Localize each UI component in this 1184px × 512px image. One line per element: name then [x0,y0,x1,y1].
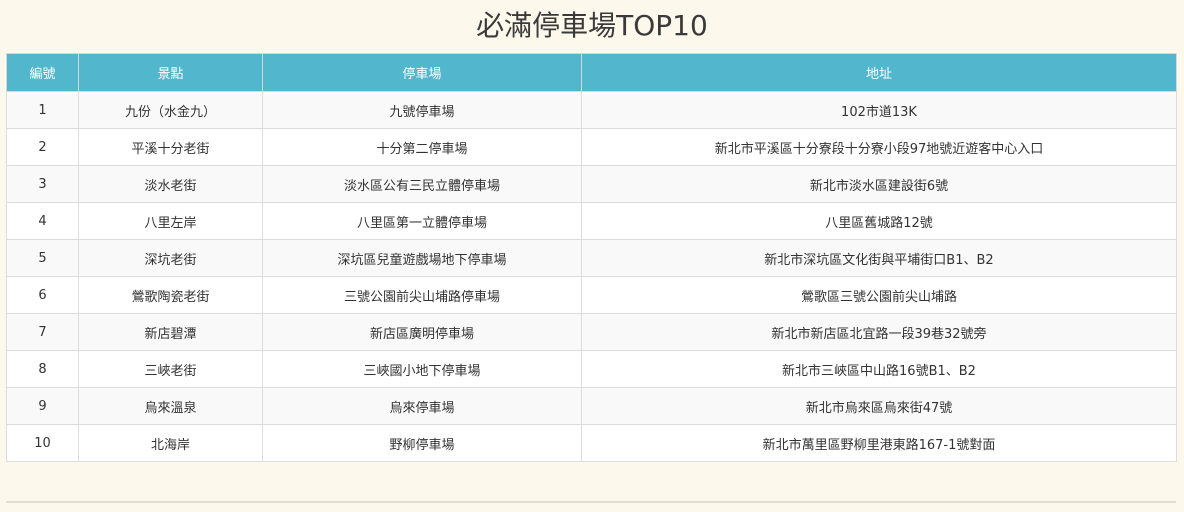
cell-number: 1 [6,91,79,129]
cell-attraction: 平溪十分老街 [78,128,263,166]
cell-parking-lot: 八里區第一立體停車場 [262,202,582,240]
parking-table: 編號 景點 停車場 地址 1 九份（水金九） 九號停車場 102市道13K 2 … [6,53,1177,462]
footer-divider [6,501,1176,503]
cell-number: 3 [6,165,79,203]
table-header: 編號 景點 停車場 地址 [6,53,1177,92]
table-body: 1 九份（水金九） 九號停車場 102市道13K 2 平溪十分老街 十分第二停車… [6,91,1177,462]
cell-number: 4 [6,202,79,240]
cell-attraction: 淡水老街 [78,165,263,203]
table-row: 8 三峽老街 三峽國小地下停車場 新北市三峽區中山路16號B1、B2 [6,350,1177,388]
cell-number: 5 [6,239,79,277]
cell-address: 八里區舊城路12號 [581,202,1177,240]
cell-number: 7 [6,313,79,351]
header-parking-lot: 停車場 [262,53,582,92]
cell-number: 9 [6,387,79,425]
cell-attraction: 八里左岸 [78,202,263,240]
cell-parking-lot: 深坑區兒童遊戲場地下停車場 [262,239,582,277]
cell-number: 8 [6,350,79,388]
table-row: 10 北海岸 野柳停車場 新北市萬里區野柳里港東路167-1號對面 [6,424,1177,462]
cell-parking-lot: 十分第二停車場 [262,128,582,166]
cell-parking-lot: 九號停車場 [262,91,582,129]
table-row: 9 烏來溫泉 烏來停車場 新北市烏來區烏來街47號 [6,387,1177,425]
cell-address: 新北市平溪區十分寮段十分寮小段97地號近遊客中心入口 [581,128,1177,166]
cell-attraction: 三峽老街 [78,350,263,388]
cell-parking-lot: 新店區廣明停車場 [262,313,582,351]
cell-attraction: 深坑老街 [78,239,263,277]
header-address: 地址 [581,53,1177,92]
cell-address: 新北市萬里區野柳里港東路167-1號對面 [581,424,1177,462]
cell-parking-lot: 淡水區公有三民立體停車場 [262,165,582,203]
parking-table-container: 編號 景點 停車場 地址 1 九份（水金九） 九號停車場 102市道13K 2 … [6,53,1177,462]
cell-number: 10 [6,424,79,462]
cell-address: 新北市深坑區文化街與平埔街口B1、B2 [581,239,1177,277]
page-title: 必滿停車場TOP10 [476,9,708,42]
cell-address: 新北市烏來區烏來街47號 [581,387,1177,425]
cell-number: 6 [6,276,79,314]
header-row: 編號 景點 停車場 地址 [6,53,1177,92]
table-row: 7 新店碧潭 新店區廣明停車場 新北市新店區北宜路一段39巷32號旁 [6,313,1177,351]
cell-parking-lot: 三峽國小地下停車場 [262,350,582,388]
cell-attraction: 北海岸 [78,424,263,462]
table-row: 1 九份（水金九） 九號停車場 102市道13K [6,91,1177,129]
header-number: 編號 [6,53,79,92]
cell-parking-lot: 烏來停車場 [262,387,582,425]
cell-number: 2 [6,128,79,166]
cell-address: 新北市淡水區建設街6號 [581,165,1177,203]
table-row: 6 鶯歌陶瓷老街 三號公園前尖山埔路停車場 鶯歌區三號公園前尖山埔路 [6,276,1177,314]
table-row: 2 平溪十分老街 十分第二停車場 新北市平溪區十分寮段十分寮小段97地號近遊客中… [6,128,1177,166]
cell-attraction: 新店碧潭 [78,313,263,351]
table-row: 4 八里左岸 八里區第一立體停車場 八里區舊城路12號 [6,202,1177,240]
table-row: 5 深坑老街 深坑區兒童遊戲場地下停車場 新北市深坑區文化街與平埔街口B1、B2 [6,239,1177,277]
header-attraction: 景點 [78,53,263,92]
cell-parking-lot: 三號公園前尖山埔路停車場 [262,276,582,314]
cell-address: 新北市新店區北宜路一段39巷32號旁 [581,313,1177,351]
cell-attraction: 烏來溫泉 [78,387,263,425]
cell-address: 鶯歌區三號公園前尖山埔路 [581,276,1177,314]
table-row: 3 淡水老街 淡水區公有三民立體停車場 新北市淡水區建設街6號 [6,165,1177,203]
cell-attraction: 鶯歌陶瓷老街 [78,276,263,314]
cell-attraction: 九份（水金九） [78,91,263,129]
cell-address: 新北市三峽區中山路16號B1、B2 [581,350,1177,388]
cell-address: 102市道13K [581,91,1177,129]
cell-parking-lot: 野柳停車場 [262,424,582,462]
